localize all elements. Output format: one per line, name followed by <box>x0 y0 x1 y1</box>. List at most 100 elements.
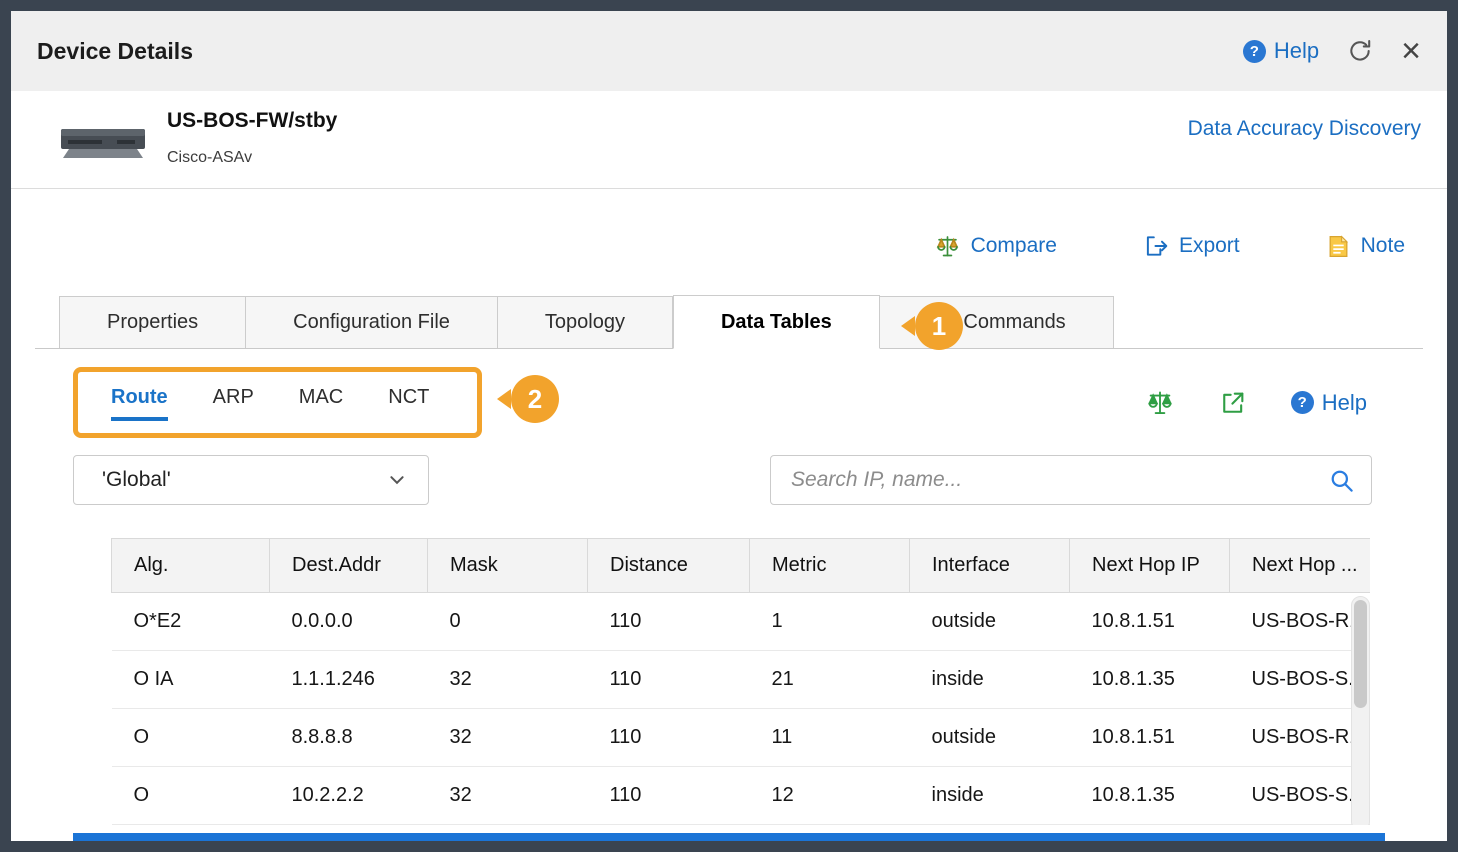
panel-help-link[interactable]: ? Help <box>1291 390 1367 416</box>
callout-badge-1: 1 <box>915 302 963 350</box>
filter-row: 'Global' <box>73 455 1372 505</box>
table-cell: outside <box>910 709 1070 767</box>
device-header: US-BOS-FW/stby Cisco-ASAv Data Accuracy … <box>11 91 1447 189</box>
table-cell: US-BOS-S... <box>1230 651 1371 709</box>
table-cell: 10.8.1.51 <box>1070 709 1230 767</box>
bottom-blue-strip[interactable] <box>73 833 1385 841</box>
dialog-titlebar: Device Details ? Help × <box>11 11 1447 91</box>
column-header[interactable]: Dest.Addr <box>270 539 428 593</box>
search-input[interactable] <box>791 468 1328 492</box>
table-cell: 10.8.1.51 <box>1070 593 1230 651</box>
subtab-label: Route <box>111 386 168 408</box>
subtab-label: NCT <box>388 386 429 408</box>
table-cell: inside <box>910 651 1070 709</box>
subtab-bar: Route ARP MAC NCT <box>73 367 1385 438</box>
column-header[interactable]: Next Hop ... <box>1230 539 1371 593</box>
table-cell: O*E2 <box>112 593 270 651</box>
subtab-mac[interactable]: MAC <box>299 386 343 421</box>
tab-topology[interactable]: Topology <box>498 296 673 348</box>
column-header[interactable]: Mask <box>428 539 588 593</box>
search-box <box>770 455 1372 505</box>
panel-toolbar: ? Help <box>1145 388 1367 418</box>
tab-configuration-file[interactable]: Configuration File <box>246 296 498 348</box>
table-row[interactable]: O10.2.2.23211012inside10.8.1.35US-BOS-S.… <box>112 767 1371 825</box>
scrollbar-thumb[interactable] <box>1354 600 1367 708</box>
subtab-nct[interactable]: NCT <box>388 386 429 421</box>
titlebar-actions: ? Help × <box>1243 34 1421 68</box>
export-label: Export <box>1179 234 1240 258</box>
vrf-dropdown[interactable]: 'Global' <box>73 455 429 505</box>
note-label: Note <box>1361 234 1405 258</box>
tab-data-tables[interactable]: Data Tables <box>673 295 880 349</box>
help-link[interactable]: ? Help <box>1243 38 1319 64</box>
column-header[interactable]: Interface <box>910 539 1070 593</box>
table-row[interactable]: O*E20.0.0.001101outside10.8.1.51US-BOS-R… <box>112 593 1371 651</box>
chevron-down-icon <box>388 471 406 489</box>
device-meta: US-BOS-FW/stby Cisco-ASAv <box>167 109 337 167</box>
close-icon[interactable]: × <box>1401 34 1421 68</box>
table-cell: 1 <box>750 593 910 651</box>
dialog-main: Compare Export <box>11 189 1447 841</box>
note-button[interactable]: Note <box>1326 234 1405 259</box>
tab-label: Configuration File <box>293 311 450 334</box>
search-icon[interactable] <box>1328 467 1355 494</box>
table-cell: 12 <box>750 767 910 825</box>
table-cell: 10.2.2.2 <box>270 767 428 825</box>
action-row: Compare Export <box>35 223 1423 269</box>
device-details-dialog: Device Details ? Help × <box>0 0 1458 852</box>
table-row[interactable]: O8.8.8.83211011outside10.8.1.51US-BOS-R1 <box>112 709 1371 767</box>
subtab-arp[interactable]: ARP <box>213 386 254 421</box>
table-cell: 10.8.1.35 <box>1070 651 1230 709</box>
table-cell: 110 <box>588 651 750 709</box>
table-cell: O <box>112 767 270 825</box>
device-name: US-BOS-FW/stby <box>167 109 337 133</box>
export-icon <box>1143 233 1169 259</box>
tab-properties[interactable]: Properties <box>59 296 246 348</box>
subtab-route[interactable]: Route <box>111 386 168 421</box>
refresh-icon[interactable] <box>1347 38 1373 64</box>
table-cell: 32 <box>428 767 588 825</box>
table-cell: 32 <box>428 709 588 767</box>
column-header[interactable]: Next Hop IP <box>1070 539 1230 593</box>
help-icon: ? <box>1243 40 1266 63</box>
compare-button[interactable]: Compare <box>934 233 1057 260</box>
help-link-label: Help <box>1274 38 1319 64</box>
note-icon <box>1326 234 1351 259</box>
column-header[interactable]: Metric <box>750 539 910 593</box>
table-cell: O <box>112 709 270 767</box>
data-accuracy-discovery-link[interactable]: Data Accuracy Discovery <box>1188 117 1421 141</box>
data-tables-panel: Route ARP MAC NCT <box>35 349 1423 841</box>
table-cell: 0 <box>428 593 588 651</box>
table-cell: 110 <box>588 709 750 767</box>
tab-label: Data Tables <box>721 311 832 334</box>
callout-badge-2: 2 <box>511 375 559 423</box>
column-header[interactable]: Alg. <box>112 539 270 593</box>
panel-help-label: Help <box>1322 390 1367 416</box>
compare-label: Compare <box>971 234 1057 258</box>
device-model: Cisco-ASAv <box>167 149 337 167</box>
route-table-region: Alg.Dest.AddrMaskDistanceMetricInterface… <box>111 538 1370 825</box>
table-header: Alg.Dest.AddrMaskDistanceMetricInterface… <box>112 539 1371 593</box>
table-header-row: Alg.Dest.AddrMaskDistanceMetricInterface… <box>112 539 1371 593</box>
column-header[interactable]: Distance <box>588 539 750 593</box>
tab-label: Topology <box>545 311 625 334</box>
vertical-scrollbar[interactable] <box>1351 596 1370 825</box>
compare-table-icon[interactable] <box>1145 388 1175 418</box>
table-cell: 110 <box>588 767 750 825</box>
table-cell: US-BOS-R1 <box>1230 709 1371 767</box>
compare-scale-icon <box>934 233 961 260</box>
table-cell: 32 <box>428 651 588 709</box>
help-icon: ? <box>1291 391 1314 414</box>
subtab-label: ARP <box>213 386 254 408</box>
vrf-dropdown-value: 'Global' <box>102 468 171 492</box>
tab-label: Properties <box>107 311 198 334</box>
subtab-label: MAC <box>299 386 343 408</box>
tab-bar: Properties Configuration File Topology D… <box>35 295 1423 349</box>
table-cell: 8.8.8.8 <box>270 709 428 767</box>
export-button[interactable]: Export <box>1143 233 1240 259</box>
open-in-new-icon[interactable] <box>1219 389 1247 417</box>
table-cell: US-BOS-R1 <box>1230 593 1371 651</box>
table-row[interactable]: O IA1.1.1.2463211021inside10.8.1.35US-BO… <box>112 651 1371 709</box>
table-cell: inside <box>910 767 1070 825</box>
table-body: O*E20.0.0.001101outside10.8.1.51US-BOS-R… <box>112 593 1371 825</box>
